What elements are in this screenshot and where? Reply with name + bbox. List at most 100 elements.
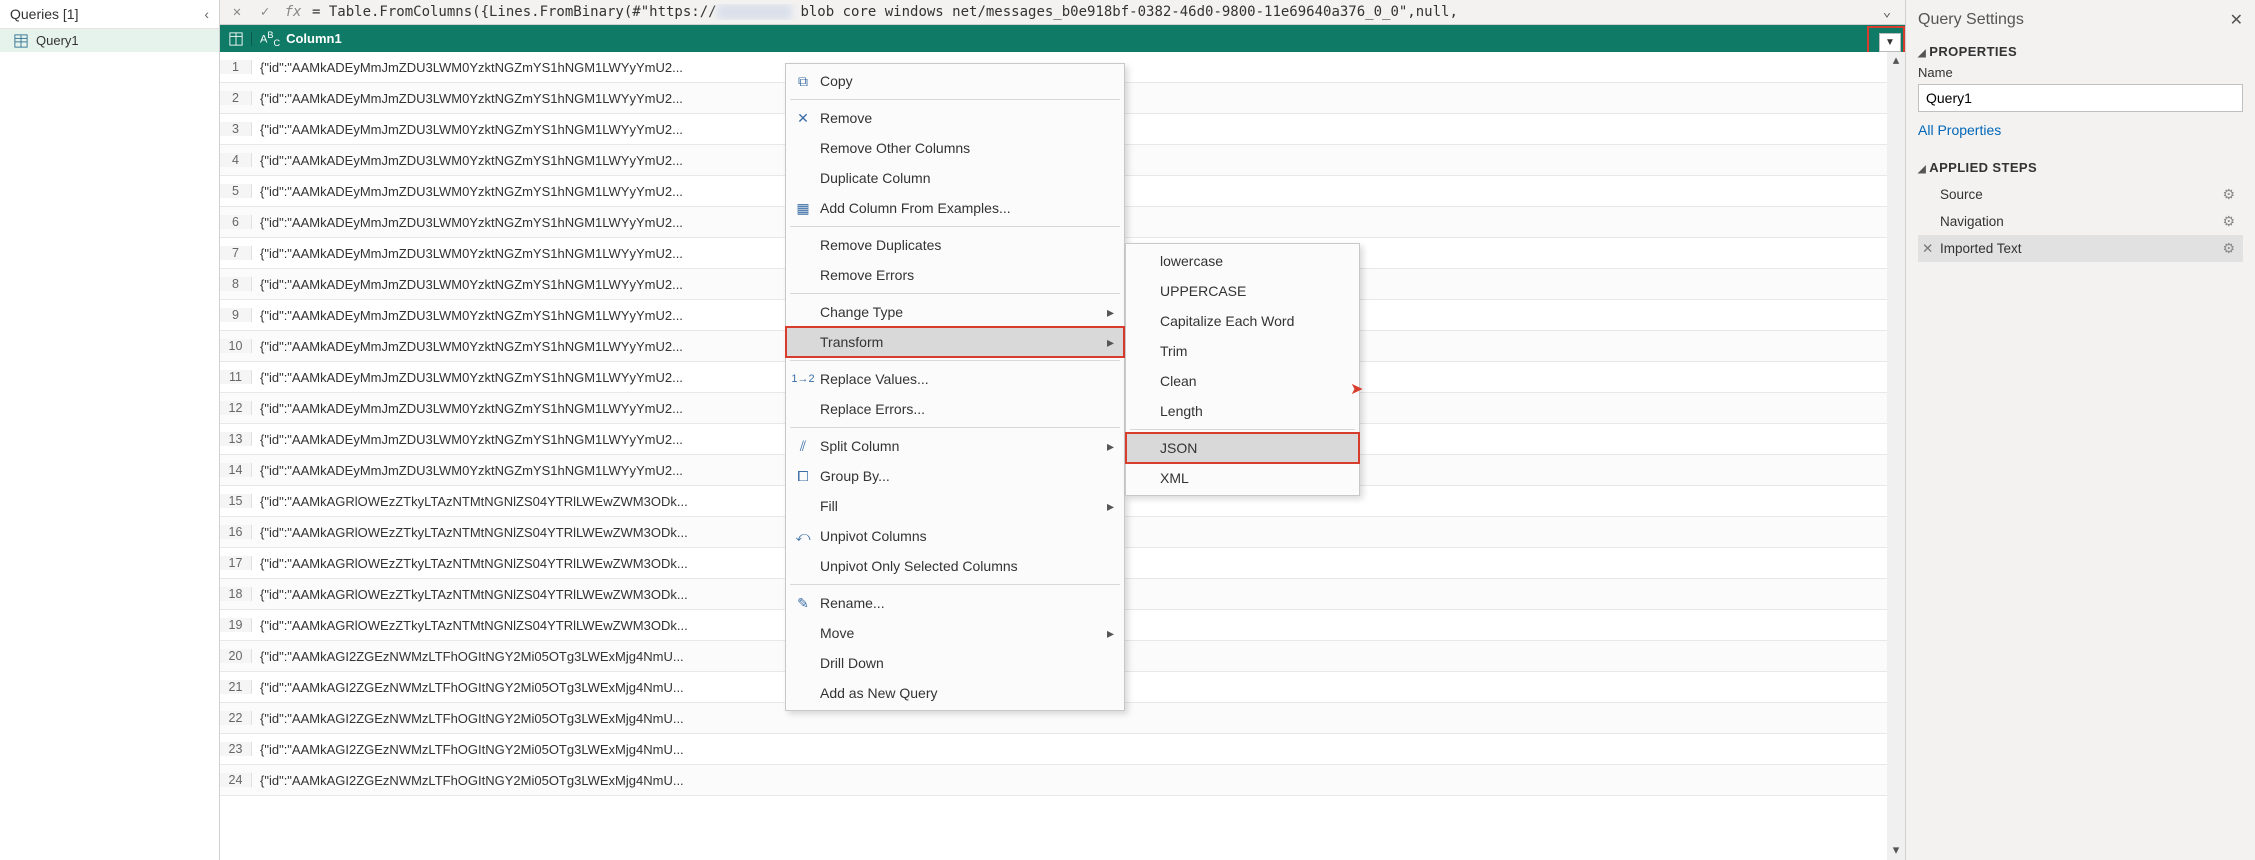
formula-text[interactable]: = Table.FromColumns({Lines.FromBinary(#"… bbox=[312, 4, 1867, 20]
copy-icon: ⧉ bbox=[794, 72, 812, 90]
gear-icon[interactable]: ⚙ bbox=[2222, 213, 2235, 230]
cell-value[interactable]: {"id":"AAMkAGI2ZGEzNWMzLTFhOGItNGY2Mi05O… bbox=[252, 742, 1905, 757]
row-number: 7 bbox=[220, 246, 252, 260]
menu-drill[interactable]: Drill Down bbox=[786, 648, 1124, 678]
menu-copy[interactable]: ⧉Copy bbox=[786, 66, 1124, 96]
row-number: 6 bbox=[220, 215, 252, 229]
query-name-input[interactable] bbox=[1918, 84, 2243, 112]
menu-group[interactable]: ⧠Group By... bbox=[786, 461, 1124, 491]
submenu-trim[interactable]: Trim bbox=[1126, 336, 1359, 366]
row-number: 23 bbox=[220, 742, 252, 756]
menu-remove[interactable]: ✕Remove bbox=[786, 103, 1124, 133]
query-item-query1[interactable]: Query1 bbox=[0, 29, 219, 52]
step-source[interactable]: Source ⚙ bbox=[1918, 181, 2243, 208]
menu-split[interactable]: ⫽Split Column▸ bbox=[786, 431, 1124, 461]
chevron-right-icon: ▸ bbox=[1107, 625, 1114, 642]
submenu-clean[interactable]: Clean bbox=[1126, 366, 1359, 396]
menu-change-type[interactable]: Change Type▸ bbox=[786, 297, 1124, 327]
menu-replace-values[interactable]: 1→2Replace Values... bbox=[786, 364, 1124, 394]
chevron-right-icon: ▸ bbox=[1107, 334, 1114, 351]
main-area: ✕ ✓ fx = Table.FromColumns({Lines.FromBi… bbox=[220, 0, 1905, 860]
menu-unpivot[interactable]: ⤺Unpivot Columns bbox=[786, 521, 1124, 551]
formula-prefix: = Table.FromColumns({Lines.FromBinary(#"… bbox=[312, 4, 717, 20]
column-filter-dropdown[interactable]: ▼ bbox=[1879, 33, 1901, 52]
applied-steps-list: Source ⚙ Navigation ⚙ ✕ Imported Text ⚙ bbox=[1918, 181, 2243, 262]
row-number: 18 bbox=[220, 587, 252, 601]
transform-submenu: lowercase UPPERCASE Capitalize Each Word… bbox=[1125, 243, 1360, 496]
menu-separator bbox=[790, 226, 1120, 227]
table-row[interactable]: 24{"id":"AAMkAGI2ZGEzNWMzLTFhOGItNGY2Mi0… bbox=[220, 765, 1905, 796]
menu-remove-err[interactable]: Remove Errors bbox=[786, 260, 1124, 290]
gear-icon[interactable]: ⚙ bbox=[2222, 186, 2235, 203]
context-menu: ⧉Copy ✕Remove Remove Other Columns Dupli… bbox=[785, 63, 1125, 711]
menu-remove-other[interactable]: Remove Other Columns bbox=[786, 133, 1124, 163]
submenu-xml[interactable]: XML bbox=[1126, 463, 1359, 493]
row-number: 9 bbox=[220, 308, 252, 322]
menu-separator bbox=[790, 293, 1120, 294]
submenu-json[interactable]: JSON bbox=[1126, 433, 1359, 463]
row-number: 14 bbox=[220, 463, 252, 477]
name-label: Name bbox=[1918, 65, 2243, 80]
row-number: 13 bbox=[220, 432, 252, 446]
menu-separator bbox=[790, 99, 1120, 100]
row-number: 1 bbox=[220, 60, 252, 74]
properties-section[interactable]: PROPERTIES bbox=[1918, 44, 2243, 59]
grid-header: ABC Column1 ▼ bbox=[220, 25, 1905, 52]
gear-icon[interactable]: ⚙ bbox=[2222, 240, 2235, 257]
menu-move[interactable]: Move▸ bbox=[786, 618, 1124, 648]
table-icon bbox=[229, 32, 243, 46]
row-number: 21 bbox=[220, 680, 252, 694]
close-settings-icon[interactable]: ✕ bbox=[2230, 10, 2243, 30]
cell-value[interactable]: {"id":"AAMkAGI2ZGEzNWMzLTFhOGItNGY2Mi05O… bbox=[252, 773, 1905, 788]
column-name: Column1 bbox=[286, 31, 342, 46]
scroll-down-icon[interactable]: ▾ bbox=[1887, 842, 1905, 860]
menu-add-query[interactable]: Add as New Query bbox=[786, 678, 1124, 708]
row-number: 17 bbox=[220, 556, 252, 570]
fx-icon[interactable]: fx bbox=[284, 4, 302, 20]
submenu-capitalize[interactable]: Capitalize Each Word bbox=[1126, 306, 1359, 336]
expand-formula-icon[interactable]: ⌄ bbox=[1877, 4, 1897, 20]
row-number: 24 bbox=[220, 773, 252, 787]
table-corner-icon[interactable] bbox=[220, 32, 252, 46]
delete-step-icon[interactable]: ✕ bbox=[1922, 241, 1933, 257]
accept-formula-icon[interactable]: ✓ bbox=[256, 4, 274, 20]
group-icon: ⧠ bbox=[794, 467, 812, 485]
menu-duplicate[interactable]: Duplicate Column bbox=[786, 163, 1124, 193]
menu-transform[interactable]: Transform▸ bbox=[786, 327, 1124, 357]
cell-value[interactable]: {"id":"AAMkAGI2ZGEzNWMzLTFhOGItNGY2Mi05O… bbox=[252, 711, 1905, 726]
submenu-lowercase[interactable]: lowercase bbox=[1126, 246, 1359, 276]
menu-fill[interactable]: Fill▸ bbox=[786, 491, 1124, 521]
example-icon: ▦ bbox=[794, 199, 812, 217]
vertical-scrollbar[interactable]: ▴ ▾ bbox=[1887, 52, 1905, 860]
table-row[interactable]: 23{"id":"AAMkAGI2ZGEzNWMzLTFhOGItNGY2Mi0… bbox=[220, 734, 1905, 765]
row-number: 22 bbox=[220, 711, 252, 725]
submenu-uppercase[interactable]: UPPERCASE bbox=[1126, 276, 1359, 306]
applied-steps-section[interactable]: APPLIED STEPS bbox=[1918, 160, 2243, 175]
queries-title: Queries [1] bbox=[10, 6, 78, 22]
step-imported-text[interactable]: ✕ Imported Text ⚙ bbox=[1918, 235, 2243, 262]
menu-rename[interactable]: ✎Rename... bbox=[786, 588, 1124, 618]
formula-suffix: blob core windows net/messages_b0e918bf-… bbox=[792, 4, 1458, 20]
row-number: 19 bbox=[220, 618, 252, 632]
row-number: 2 bbox=[220, 91, 252, 105]
menu-separator bbox=[790, 427, 1120, 428]
menu-replace-errors[interactable]: Replace Errors... bbox=[786, 394, 1124, 424]
query-settings-pane: Query Settings ✕ PROPERTIES Name All Pro… bbox=[1905, 0, 2255, 860]
step-navigation[interactable]: Navigation ⚙ bbox=[1918, 208, 2243, 235]
all-properties-link[interactable]: All Properties bbox=[1918, 122, 2001, 138]
formula-redacted: xxxxxxxx bbox=[717, 4, 792, 20]
menu-unpivot-selected[interactable]: Unpivot Only Selected Columns bbox=[786, 551, 1124, 581]
row-number: 11 bbox=[220, 370, 252, 384]
scroll-up-icon[interactable]: ▴ bbox=[1887, 52, 1905, 70]
submenu-length[interactable]: Length bbox=[1126, 396, 1359, 426]
collapse-queries-icon[interactable]: ‹ bbox=[204, 6, 209, 22]
row-number: 4 bbox=[220, 153, 252, 167]
cancel-formula-icon[interactable]: ✕ bbox=[228, 4, 246, 20]
row-number: 16 bbox=[220, 525, 252, 539]
row-number: 5 bbox=[220, 184, 252, 198]
column-header-column1[interactable]: ABC Column1 ▼ bbox=[252, 30, 1905, 48]
remove-icon: ✕ bbox=[794, 109, 812, 127]
menu-add-example[interactable]: ▦Add Column From Examples... bbox=[786, 193, 1124, 223]
menu-remove-dup[interactable]: Remove Duplicates bbox=[786, 230, 1124, 260]
row-number: 8 bbox=[220, 277, 252, 291]
